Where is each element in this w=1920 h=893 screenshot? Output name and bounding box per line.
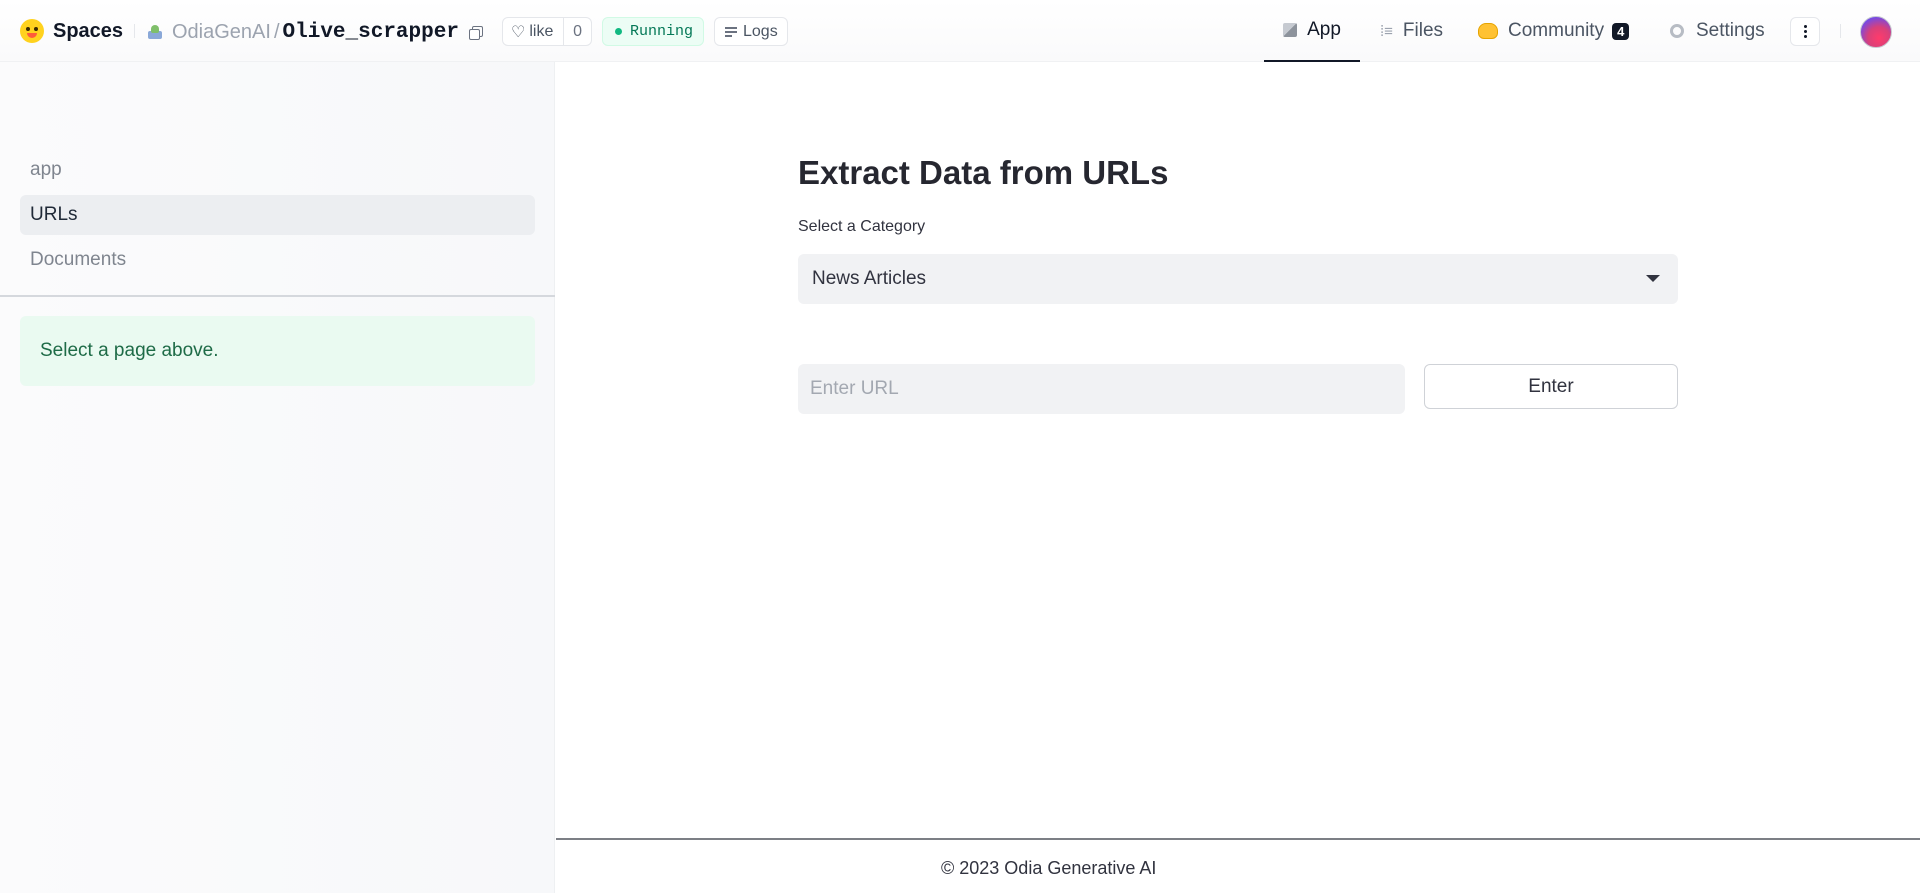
url-input[interactable] bbox=[798, 364, 1405, 414]
sidebar-divider bbox=[0, 295, 555, 297]
spaces-home-link[interactable]: Spaces bbox=[20, 19, 123, 43]
tab-community[interactable]: Community 4 bbox=[1478, 0, 1630, 62]
tab-files-label: Files bbox=[1402, 20, 1444, 41]
tab-settings-label: Settings bbox=[1696, 20, 1765, 41]
category-selected-value: News Articles bbox=[812, 268, 927, 289]
category-select[interactable]: News Articles bbox=[798, 254, 1678, 304]
cube-icon bbox=[1283, 23, 1298, 37]
tab-app[interactable]: App bbox=[1264, 0, 1360, 62]
huggingface-logo-icon bbox=[20, 19, 44, 43]
divider bbox=[134, 24, 135, 38]
sidebar-nav: app URLs Documents bbox=[20, 150, 535, 285]
category-label: Select a Category bbox=[798, 218, 926, 235]
gear-icon bbox=[1670, 24, 1684, 38]
tab-app-label: App bbox=[1307, 19, 1341, 40]
breadcrumb: OdiaGenAI / Olive_scrapper bbox=[146, 19, 483, 45]
status-dot-icon bbox=[615, 28, 622, 35]
brand-label: Spaces bbox=[53, 19, 124, 42]
chevron-down-icon bbox=[1646, 275, 1660, 282]
like-button[interactable]: ♡ like 0 bbox=[502, 17, 592, 46]
footer-copyright: © 2023 Odia Generative AI bbox=[941, 858, 1157, 878]
files-icon: ⁞≡ bbox=[1380, 22, 1393, 40]
footer-divider bbox=[556, 838, 1920, 840]
breadcrumb-separator: / bbox=[273, 20, 280, 43]
org-link[interactable]: OdiaGenAI bbox=[172, 21, 271, 44]
tab-community-label: Community bbox=[1508, 20, 1605, 41]
copy-icon[interactable] bbox=[468, 26, 483, 40]
repo-link[interactable]: Olive_scrapper bbox=[283, 21, 459, 44]
vertical-dots-icon bbox=[1803, 30, 1807, 33]
enter-button[interactable]: Enter bbox=[1424, 364, 1678, 409]
org-avatar-icon bbox=[146, 23, 164, 41]
community-count-badge: 4 bbox=[1612, 22, 1630, 40]
sidebar-item-app[interactable]: app bbox=[20, 150, 535, 190]
status-label: Running bbox=[630, 23, 694, 40]
top-navbar: Spaces OdiaGenAI / Olive_scrapper ♡ like… bbox=[0, 0, 1920, 62]
sidebar-info-message: Select a page above. bbox=[20, 316, 535, 386]
main-content: Extract Data from URLs Select a Category… bbox=[556, 62, 1920, 893]
more-options-button[interactable] bbox=[1790, 17, 1820, 46]
logs-icon bbox=[725, 26, 737, 37]
sidebar-item-urls[interactable]: URLs bbox=[20, 195, 535, 235]
sidebar-item-documents[interactable]: Documents bbox=[20, 240, 535, 280]
hands-icon bbox=[1478, 23, 1498, 39]
tab-settings[interactable]: Settings bbox=[1670, 0, 1765, 62]
heart-icon: ♡ bbox=[511, 23, 526, 41]
tab-files[interactable]: ⁞≡ Files bbox=[1380, 0, 1443, 62]
divider bbox=[1840, 24, 1841, 38]
like-count[interactable]: 0 bbox=[563, 18, 591, 45]
logs-label: Logs bbox=[743, 22, 778, 40]
like-label: like bbox=[529, 22, 554, 40]
sidebar: app URLs Documents Select a page above. bbox=[0, 62, 555, 893]
status-badge[interactable]: Running bbox=[602, 17, 704, 46]
page-title: Extract Data from URLs bbox=[798, 154, 1169, 191]
user-avatar[interactable] bbox=[1860, 16, 1892, 48]
logs-button[interactable]: Logs bbox=[714, 17, 788, 46]
